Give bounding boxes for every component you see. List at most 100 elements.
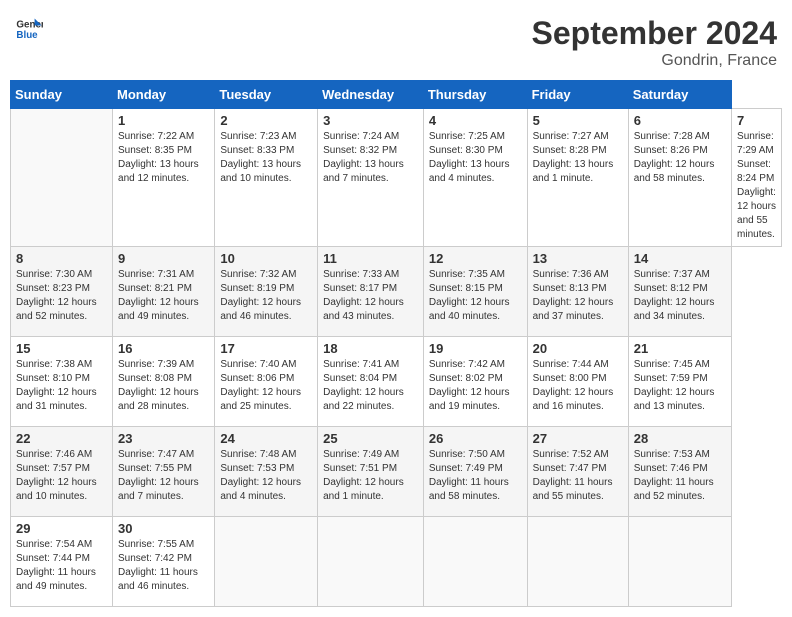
- day-number: 13: [533, 251, 623, 266]
- cell-0-3: 3 Sunrise: 7:24 AMSunset: 8:32 PMDayligh…: [318, 109, 424, 247]
- calendar-table: Sunday Monday Tuesday Wednesday Thursday…: [10, 80, 782, 607]
- cell-2-3: 18 Sunrise: 7:41 AMSunset: 8:04 PMDaylig…: [318, 337, 424, 427]
- day-number: 21: [634, 341, 726, 356]
- week-row-4: 29 Sunrise: 7:54 AMSunset: 7:44 PMDaylig…: [11, 517, 782, 607]
- day-info: Sunrise: 7:31 AMSunset: 8:21 PMDaylight:…: [118, 269, 199, 322]
- day-number: 15: [16, 341, 107, 356]
- day-info: Sunrise: 7:48 AMSunset: 7:53 PMDaylight:…: [220, 449, 301, 502]
- cell-1-2: 10 Sunrise: 7:32 AMSunset: 8:19 PMDaylig…: [215, 247, 318, 337]
- day-number: 18: [323, 341, 418, 356]
- header-wednesday: Wednesday: [318, 81, 424, 109]
- cell-4-1: 30 Sunrise: 7:55 AMSunset: 7:42 PMDaylig…: [113, 517, 215, 607]
- day-info: Sunrise: 7:22 AMSunset: 8:35 PMDaylight:…: [118, 131, 199, 184]
- day-number: 16: [118, 341, 209, 356]
- day-info: Sunrise: 7:46 AMSunset: 7:57 PMDaylight:…: [16, 449, 97, 502]
- day-number: 4: [429, 113, 522, 128]
- day-info: Sunrise: 7:33 AMSunset: 8:17 PMDaylight:…: [323, 269, 404, 322]
- cell-1-6: 14 Sunrise: 7:37 AMSunset: 8:12 PMDaylig…: [628, 247, 731, 337]
- day-info: Sunrise: 7:32 AMSunset: 8:19 PMDaylight:…: [220, 269, 301, 322]
- weekday-header-row: Sunday Monday Tuesday Wednesday Thursday…: [11, 81, 782, 109]
- cell-4-3: [318, 517, 424, 607]
- cell-0-0: [11, 109, 113, 247]
- cell-0-7: 7 Sunrise: 7:29 AMSunset: 8:24 PMDayligh…: [732, 109, 782, 247]
- cell-2-1: 16 Sunrise: 7:39 AMSunset: 8:08 PMDaylig…: [113, 337, 215, 427]
- day-number: 6: [634, 113, 726, 128]
- week-row-0: 1 Sunrise: 7:22 AMSunset: 8:35 PMDayligh…: [11, 109, 782, 247]
- cell-0-5: 5 Sunrise: 7:27 AMSunset: 8:28 PMDayligh…: [527, 109, 628, 247]
- day-info: Sunrise: 7:37 AMSunset: 8:12 PMDaylight:…: [634, 269, 715, 322]
- day-number: 5: [533, 113, 623, 128]
- day-info: Sunrise: 7:40 AMSunset: 8:06 PMDaylight:…: [220, 359, 301, 412]
- day-number: 27: [533, 431, 623, 446]
- logo-icon: General Blue: [15, 15, 43, 43]
- cell-3-1: 23 Sunrise: 7:47 AMSunset: 7:55 PMDaylig…: [113, 427, 215, 517]
- header-friday: Friday: [527, 81, 628, 109]
- day-number: 22: [16, 431, 107, 446]
- day-number: 2: [220, 113, 312, 128]
- cell-3-6: 28 Sunrise: 7:53 AMSunset: 7:46 PMDaylig…: [628, 427, 731, 517]
- day-number: 14: [634, 251, 726, 266]
- cell-1-5: 13 Sunrise: 7:36 AMSunset: 8:13 PMDaylig…: [527, 247, 628, 337]
- day-number: 3: [323, 113, 418, 128]
- page-header: General Blue September 2024 Gondrin, Fra…: [10, 10, 782, 70]
- cell-4-2: [215, 517, 318, 607]
- cell-2-0: 15 Sunrise: 7:38 AMSunset: 8:10 PMDaylig…: [11, 337, 113, 427]
- day-info: Sunrise: 7:45 AMSunset: 7:59 PMDaylight:…: [634, 359, 715, 412]
- day-number: 23: [118, 431, 209, 446]
- cell-1-1: 9 Sunrise: 7:31 AMSunset: 8:21 PMDayligh…: [113, 247, 215, 337]
- cell-2-5: 20 Sunrise: 7:44 AMSunset: 8:00 PMDaylig…: [527, 337, 628, 427]
- day-number: 20: [533, 341, 623, 356]
- cell-2-6: 21 Sunrise: 7:45 AMSunset: 7:59 PMDaylig…: [628, 337, 731, 427]
- cell-3-5: 27 Sunrise: 7:52 AMSunset: 7:47 PMDaylig…: [527, 427, 628, 517]
- day-info: Sunrise: 7:53 AMSunset: 7:46 PMDaylight:…: [634, 449, 714, 502]
- cell-3-4: 26 Sunrise: 7:50 AMSunset: 7:49 PMDaylig…: [423, 427, 527, 517]
- week-row-1: 8 Sunrise: 7:30 AMSunset: 8:23 PMDayligh…: [11, 247, 782, 337]
- cell-0-1: 1 Sunrise: 7:22 AMSunset: 8:35 PMDayligh…: [113, 109, 215, 247]
- day-number: 17: [220, 341, 312, 356]
- day-number: 19: [429, 341, 522, 356]
- day-info: Sunrise: 7:27 AMSunset: 8:28 PMDaylight:…: [533, 131, 614, 184]
- day-info: Sunrise: 7:35 AMSunset: 8:15 PMDaylight:…: [429, 269, 510, 322]
- svg-text:Blue: Blue: [16, 30, 38, 41]
- logo: General Blue: [15, 15, 43, 43]
- cell-0-4: 4 Sunrise: 7:25 AMSunset: 8:30 PMDayligh…: [423, 109, 527, 247]
- day-info: Sunrise: 7:29 AMSunset: 8:24 PMDaylight:…: [737, 131, 776, 240]
- day-info: Sunrise: 7:49 AMSunset: 7:51 PMDaylight:…: [323, 449, 404, 502]
- cell-3-0: 22 Sunrise: 7:46 AMSunset: 7:57 PMDaylig…: [11, 427, 113, 517]
- header-sunday: Sunday: [11, 81, 113, 109]
- location-title: Gondrin, France: [532, 52, 777, 70]
- cell-3-2: 24 Sunrise: 7:48 AMSunset: 7:53 PMDaylig…: [215, 427, 318, 517]
- day-info: Sunrise: 7:23 AMSunset: 8:33 PMDaylight:…: [220, 131, 301, 184]
- day-info: Sunrise: 7:52 AMSunset: 7:47 PMDaylight:…: [533, 449, 613, 502]
- month-title: September 2024: [532, 15, 777, 52]
- day-info: Sunrise: 7:41 AMSunset: 8:04 PMDaylight:…: [323, 359, 404, 412]
- cell-1-3: 11 Sunrise: 7:33 AMSunset: 8:17 PMDaylig…: [318, 247, 424, 337]
- cell-2-4: 19 Sunrise: 7:42 AMSunset: 8:02 PMDaylig…: [423, 337, 527, 427]
- cell-0-2: 2 Sunrise: 7:23 AMSunset: 8:33 PMDayligh…: [215, 109, 318, 247]
- day-number: 11: [323, 251, 418, 266]
- header-monday: Monday: [113, 81, 215, 109]
- header-thursday: Thursday: [423, 81, 527, 109]
- day-info: Sunrise: 7:47 AMSunset: 7:55 PMDaylight:…: [118, 449, 199, 502]
- header-saturday: Saturday: [628, 81, 731, 109]
- day-number: 26: [429, 431, 522, 446]
- cell-1-4: 12 Sunrise: 7:35 AMSunset: 8:15 PMDaylig…: [423, 247, 527, 337]
- week-row-2: 15 Sunrise: 7:38 AMSunset: 8:10 PMDaylig…: [11, 337, 782, 427]
- day-number: 30: [118, 521, 209, 536]
- day-info: Sunrise: 7:39 AMSunset: 8:08 PMDaylight:…: [118, 359, 199, 412]
- day-info: Sunrise: 7:25 AMSunset: 8:30 PMDaylight:…: [429, 131, 510, 184]
- cell-4-6: [628, 517, 731, 607]
- day-info: Sunrise: 7:50 AMSunset: 7:49 PMDaylight:…: [429, 449, 509, 502]
- day-info: Sunrise: 7:28 AMSunset: 8:26 PMDaylight:…: [634, 131, 715, 184]
- cell-3-3: 25 Sunrise: 7:49 AMSunset: 7:51 PMDaylig…: [318, 427, 424, 517]
- day-info: Sunrise: 7:24 AMSunset: 8:32 PMDaylight:…: [323, 131, 404, 184]
- day-info: Sunrise: 7:55 AMSunset: 7:42 PMDaylight:…: [118, 539, 198, 592]
- day-info: Sunrise: 7:30 AMSunset: 8:23 PMDaylight:…: [16, 269, 97, 322]
- header-tuesday: Tuesday: [215, 81, 318, 109]
- day-number: 1: [118, 113, 209, 128]
- week-row-3: 22 Sunrise: 7:46 AMSunset: 7:57 PMDaylig…: [11, 427, 782, 517]
- day-number: 10: [220, 251, 312, 266]
- cell-4-5: [527, 517, 628, 607]
- day-info: Sunrise: 7:54 AMSunset: 7:44 PMDaylight:…: [16, 539, 96, 592]
- cell-1-0: 8 Sunrise: 7:30 AMSunset: 8:23 PMDayligh…: [11, 247, 113, 337]
